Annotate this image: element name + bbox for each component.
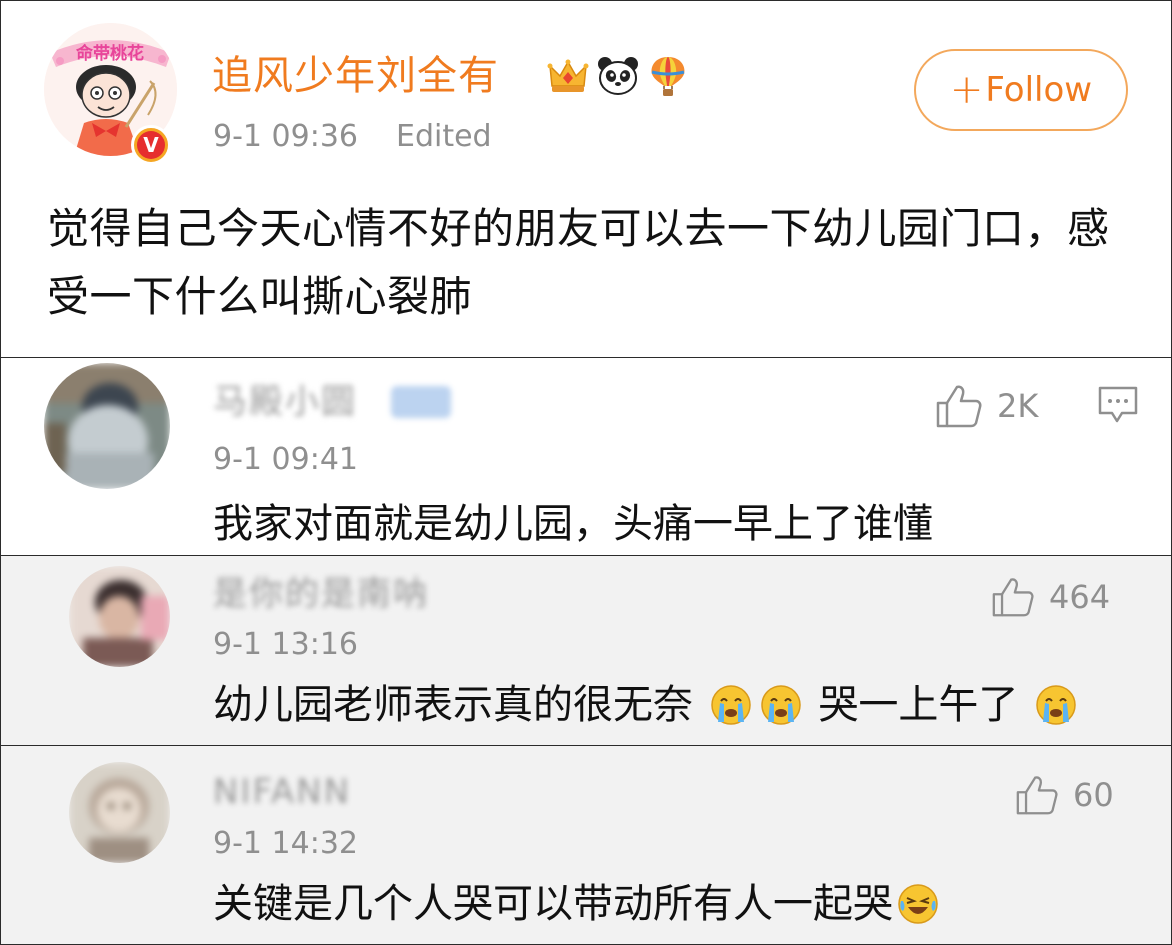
svg-text:命带桃花: 命带桃花 — [75, 43, 144, 64]
crying-emoji-icon — [1036, 685, 1076, 725]
commenter-name[interactable]: NIFANN — [213, 774, 351, 810]
thumbs-up-icon — [992, 578, 1034, 617]
commenter-name[interactable]: 是你的是南呐 — [213, 576, 429, 612]
author-name[interactable]: 追风少年刘全有 — [212, 51, 499, 101]
panda-badge-icon[interactable] — [596, 54, 640, 98]
comment-bubble-icon — [1098, 386, 1138, 423]
follow-button[interactable]: + Follow — [914, 49, 1128, 131]
author-badges — [546, 54, 690, 98]
comment-item: 是你的是南呐 9-1 13:16 幼儿园老师表示真的很无奈 哭一上午了 464 — [1, 556, 1171, 746]
like-button[interactable]: 60 — [1015, 774, 1114, 816]
edited-label[interactable]: Edited — [396, 119, 492, 154]
comment-text: 幼儿园老师表示真的很无奈 哭一上午了 — [213, 680, 1081, 730]
crown-badge-icon[interactable] — [546, 54, 590, 98]
comment-time: 9-1 14:32 — [213, 826, 358, 861]
thumbs-up-icon — [1016, 776, 1058, 815]
commenter-avatar[interactable] — [69, 762, 170, 863]
blurred-avatar-image — [69, 762, 170, 863]
comment-text-part: 哭一上午了 — [818, 682, 1019, 728]
follow-label: Follow — [985, 70, 1093, 110]
plus-icon: + — [949, 67, 984, 113]
like-button[interactable]: 464 — [991, 576, 1110, 618]
thumbs-up-icon — [936, 385, 982, 428]
verified-badge-icon: V — [131, 125, 171, 165]
comment-item: NIFANN 9-1 14:32 关键是几个人哭可以带动所有人一起哭 60 — [1, 746, 1171, 944]
like-button[interactable]: 2K — [935, 383, 1038, 429]
like-count: 464 — [1049, 578, 1111, 616]
commenter-avatar[interactable] — [44, 363, 170, 489]
post-time: 9-1 09:36 — [213, 119, 358, 154]
commenter-avatar[interactable] — [69, 566, 170, 667]
post-body-text: 觉得自己今天心情不好的朋友可以去一下幼儿园门口，感受一下什么叫撕心裂肺 — [47, 204, 1110, 321]
crying-emoji-icon — [760, 685, 801, 725]
comment-item: 马殿小圆 9-1 09:41 我家对面就是幼儿园，头痛一早上了谁懂 2K — [1, 358, 1171, 556]
crying-emoji-icon — [710, 685, 751, 725]
balloon-badge-icon[interactable] — [646, 54, 690, 98]
laugh-cry-emoji-icon — [898, 884, 938, 924]
comment-text-part: 关键是几个人哭可以带动所有人一起哭 — [213, 881, 893, 927]
comment-text: 我家对面就是幼儿园，头痛一早上了谁懂 — [213, 501, 933, 547]
comment-text-part: 幼儿园老师表示真的很无奈 — [213, 682, 693, 728]
blurred-badge — [391, 386, 451, 418]
like-count: 2K — [997, 387, 1039, 425]
weibo-post-screenshot: 命带桃花 V 追风少年刘全有 9-1 09:36 Edited + Follow… — [0, 0, 1172, 945]
like-count: 60 — [1073, 776, 1114, 814]
comment-time: 9-1 13:16 — [213, 627, 358, 662]
comment-time: 9-1 09:41 — [213, 442, 358, 477]
post-meta: 9-1 09:36 Edited — [213, 117, 492, 157]
blurred-avatar-image — [44, 363, 170, 489]
blurred-avatar-image — [69, 566, 170, 667]
comment-text: 关键是几个人哭可以带动所有人一起哭 — [213, 879, 943, 929]
post-card: 命带桃花 V 追风少年刘全有 9-1 09:36 Edited + Follow… — [1, 1, 1171, 358]
commenter-name[interactable]: 马殿小圆 — [213, 384, 357, 420]
reply-button[interactable] — [1097, 385, 1139, 429]
